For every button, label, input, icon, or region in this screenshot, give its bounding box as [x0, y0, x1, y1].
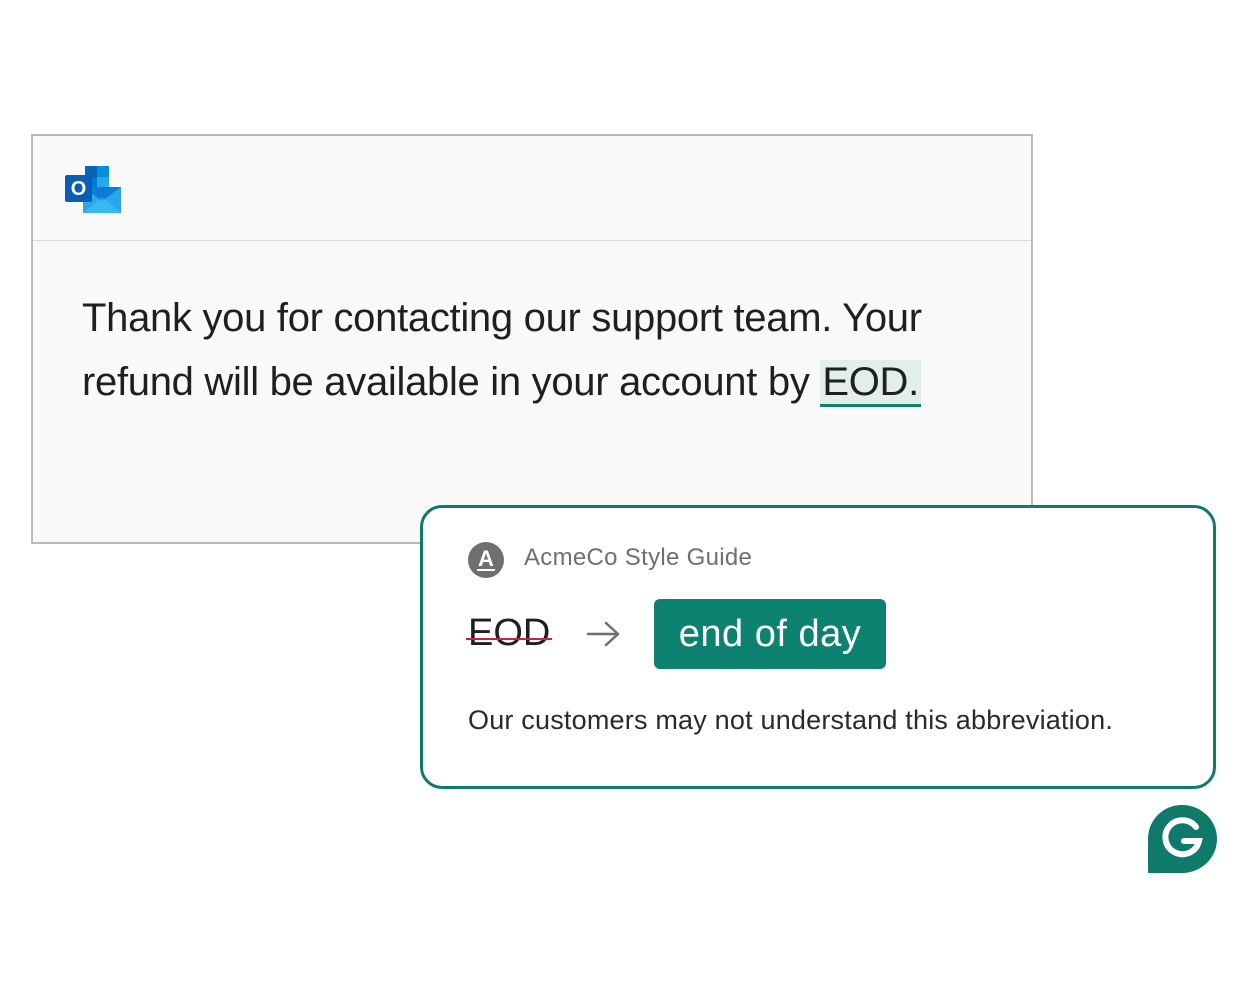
accept-suggestion-button[interactable]: end of day [654, 599, 886, 669]
email-body-text: Thank you for contacting our support tea… [82, 296, 922, 404]
strikethrough-line [466, 638, 553, 640]
original-term: EOD [466, 612, 553, 655]
right-arrow-icon [586, 621, 620, 647]
original-term-text: EOD [468, 612, 551, 654]
email-window: O Thank you for contacting our support t… [31, 134, 1033, 544]
flagged-term-highlight[interactable]: EOD. [820, 360, 921, 407]
email-body[interactable]: Thank you for contacting our support tea… [82, 286, 982, 414]
svg-text:O: O [71, 178, 87, 200]
letter-a-icon: A [468, 542, 504, 578]
suggestion-explanation: Our customers may not understand this ab… [468, 705, 1114, 735]
grammarly-g-icon[interactable] [1148, 805, 1217, 873]
suggestion-card: A AcmeCo Style Guide EOD end of day Our … [420, 505, 1216, 789]
style-guide-name: AcmeCo Style Guide [524, 544, 753, 571]
email-toolbar: O [33, 136, 1031, 241]
outlook-icon: O [65, 166, 121, 213]
